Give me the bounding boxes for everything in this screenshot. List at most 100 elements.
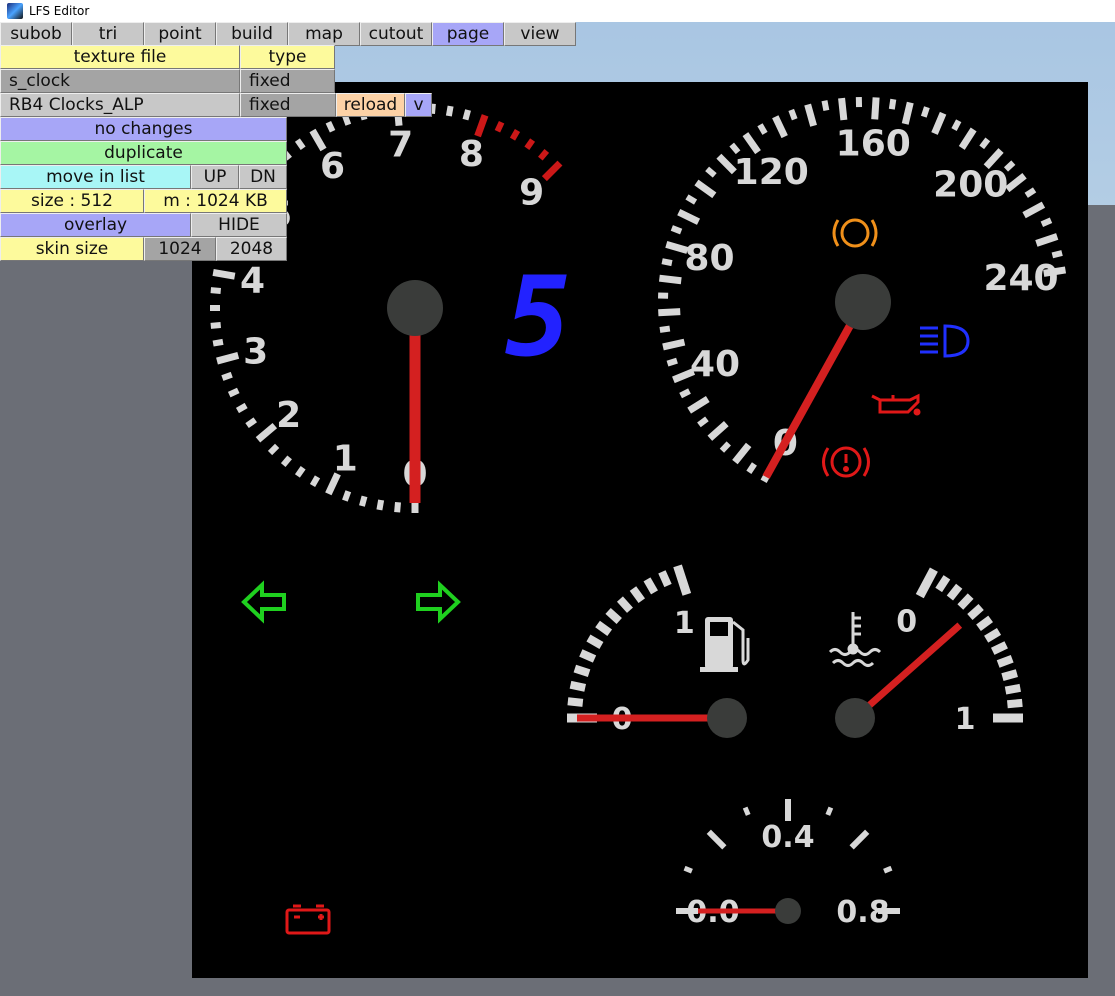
gauge-label: 1: [955, 702, 976, 737]
gauge-label: 1: [674, 606, 695, 641]
gauge-tick: [212, 268, 236, 280]
gauge-hub: [835, 274, 891, 330]
gauge-tick: [666, 357, 678, 367]
tab-view[interactable]: view: [504, 22, 576, 46]
gauge-tick: [1051, 250, 1063, 259]
tab-point[interactable]: point: [144, 22, 216, 46]
gauge-tick: [342, 490, 352, 502]
gauge-tick: [212, 338, 224, 347]
texture-row-name[interactable]: s_clock: [0, 69, 240, 93]
gauge-tick: [567, 697, 584, 707]
gauge-tick: [996, 654, 1014, 668]
gauge-tick: [662, 338, 686, 351]
tab-map[interactable]: map: [288, 22, 360, 46]
gauge-hub: [707, 698, 747, 738]
gauge-tick: [429, 103, 436, 115]
gauge-tick: [359, 495, 368, 507]
texture-canvas: [192, 82, 1088, 978]
gauge-tick: [825, 806, 834, 816]
gauge-label: 240: [983, 258, 1058, 299]
tab-tri[interactable]: tri: [72, 22, 144, 46]
type-header: type: [240, 45, 335, 69]
gauge-tick: [659, 325, 671, 333]
gauge-tick: [573, 664, 591, 677]
reload-button[interactable]: reload: [336, 93, 405, 117]
gauge-label: 6: [320, 146, 345, 187]
texture-row-type[interactable]: fixed: [240, 69, 335, 93]
gauge-label: 8: [459, 134, 484, 175]
gauge-tick: [1001, 669, 1018, 681]
gauge-tick: [658, 274, 682, 285]
move-in-list-label: move in list: [0, 165, 191, 189]
texture-file-header: texture file: [0, 45, 240, 69]
gauge-hub: [835, 698, 875, 738]
gauge-label: 0.8: [836, 895, 889, 930]
gauge-label: 40: [690, 344, 740, 385]
gauge-tick: [1040, 217, 1053, 227]
gauge-tick: [579, 649, 597, 663]
gauge-tick: [883, 865, 893, 874]
gauge-tick: [394, 501, 401, 513]
gauge-label: 160: [836, 123, 911, 164]
texture-row-name[interactable]: RB4 Clocks_ALP: [0, 93, 240, 117]
gauge-label: 0: [896, 605, 917, 640]
gauge-label: 1: [333, 439, 358, 480]
gauge-tick: [1007, 698, 1023, 709]
gauge-tick: [821, 100, 830, 112]
gauge-tick: [445, 105, 454, 117]
gauge-hub: [387, 280, 443, 336]
gauge-label: 2: [276, 395, 301, 436]
gauge-tick: [494, 120, 505, 133]
gauge-tick: [788, 108, 798, 121]
tab-subob[interactable]: subob: [0, 22, 72, 46]
gauge-tick: [658, 308, 681, 317]
skin-size-1024-button[interactable]: 1024: [144, 237, 216, 261]
dropdown-button[interactable]: v: [405, 93, 432, 117]
gauge-tick: [569, 680, 587, 692]
gauge-tick: [871, 97, 880, 120]
gauge-tick: [838, 97, 848, 121]
gauge-tick: [210, 322, 222, 329]
gauge-label: 120: [734, 152, 809, 193]
texture-row-type[interactable]: fixed: [240, 93, 336, 117]
gauge-label: 3: [243, 332, 268, 373]
tab-build[interactable]: build: [216, 22, 288, 46]
duplicate-button[interactable]: duplicate: [0, 141, 287, 165]
gauge-tick: [658, 570, 672, 588]
gauge-tick: [951, 119, 962, 131]
gauge-tick: [679, 388, 691, 399]
tab-page[interactable]: page: [432, 22, 504, 46]
gauge-tick: [670, 225, 683, 235]
gauge-tick: [901, 101, 914, 125]
gauge-tick: [376, 499, 385, 511]
gauge-tick: [1004, 683, 1021, 695]
gauge-tick: [210, 287, 222, 294]
gauge-label: 80: [684, 238, 734, 279]
overlay-label: overlay: [0, 213, 191, 237]
skin-size-2048-button[interactable]: 2048: [216, 237, 287, 261]
gauge-tick: [221, 371, 233, 381]
size-label: size : 512: [0, 189, 144, 213]
move-down-button[interactable]: DN: [239, 165, 287, 189]
skin-size-label: skin size: [0, 237, 144, 261]
gauge-tick: [661, 258, 673, 267]
gauge-label: 7: [388, 125, 413, 166]
gauge-label: 9: [519, 172, 544, 213]
gauge-tick: [325, 120, 336, 133]
gauge-tick: [462, 109, 471, 121]
gauge-tick: [920, 106, 930, 118]
memory-label: m : 1024 KB: [144, 189, 287, 213]
hide-overlay-button[interactable]: HIDE: [191, 213, 287, 237]
tab-cutout[interactable]: cutout: [360, 22, 432, 46]
status-label: no changes: [0, 117, 287, 141]
gear-indicator: 5: [505, 253, 571, 381]
gauge-label: 4: [240, 260, 265, 301]
move-up-button[interactable]: UP: [191, 165, 239, 189]
gauge-tick: [742, 806, 751, 816]
gauge-label: 0.4: [761, 820, 814, 855]
gauge-tick: [888, 98, 897, 110]
gauge-label: 200: [933, 165, 1008, 206]
gauge-tick: [227, 387, 240, 398]
gauge-hub: [775, 898, 801, 924]
gauge-tick: [683, 865, 693, 874]
